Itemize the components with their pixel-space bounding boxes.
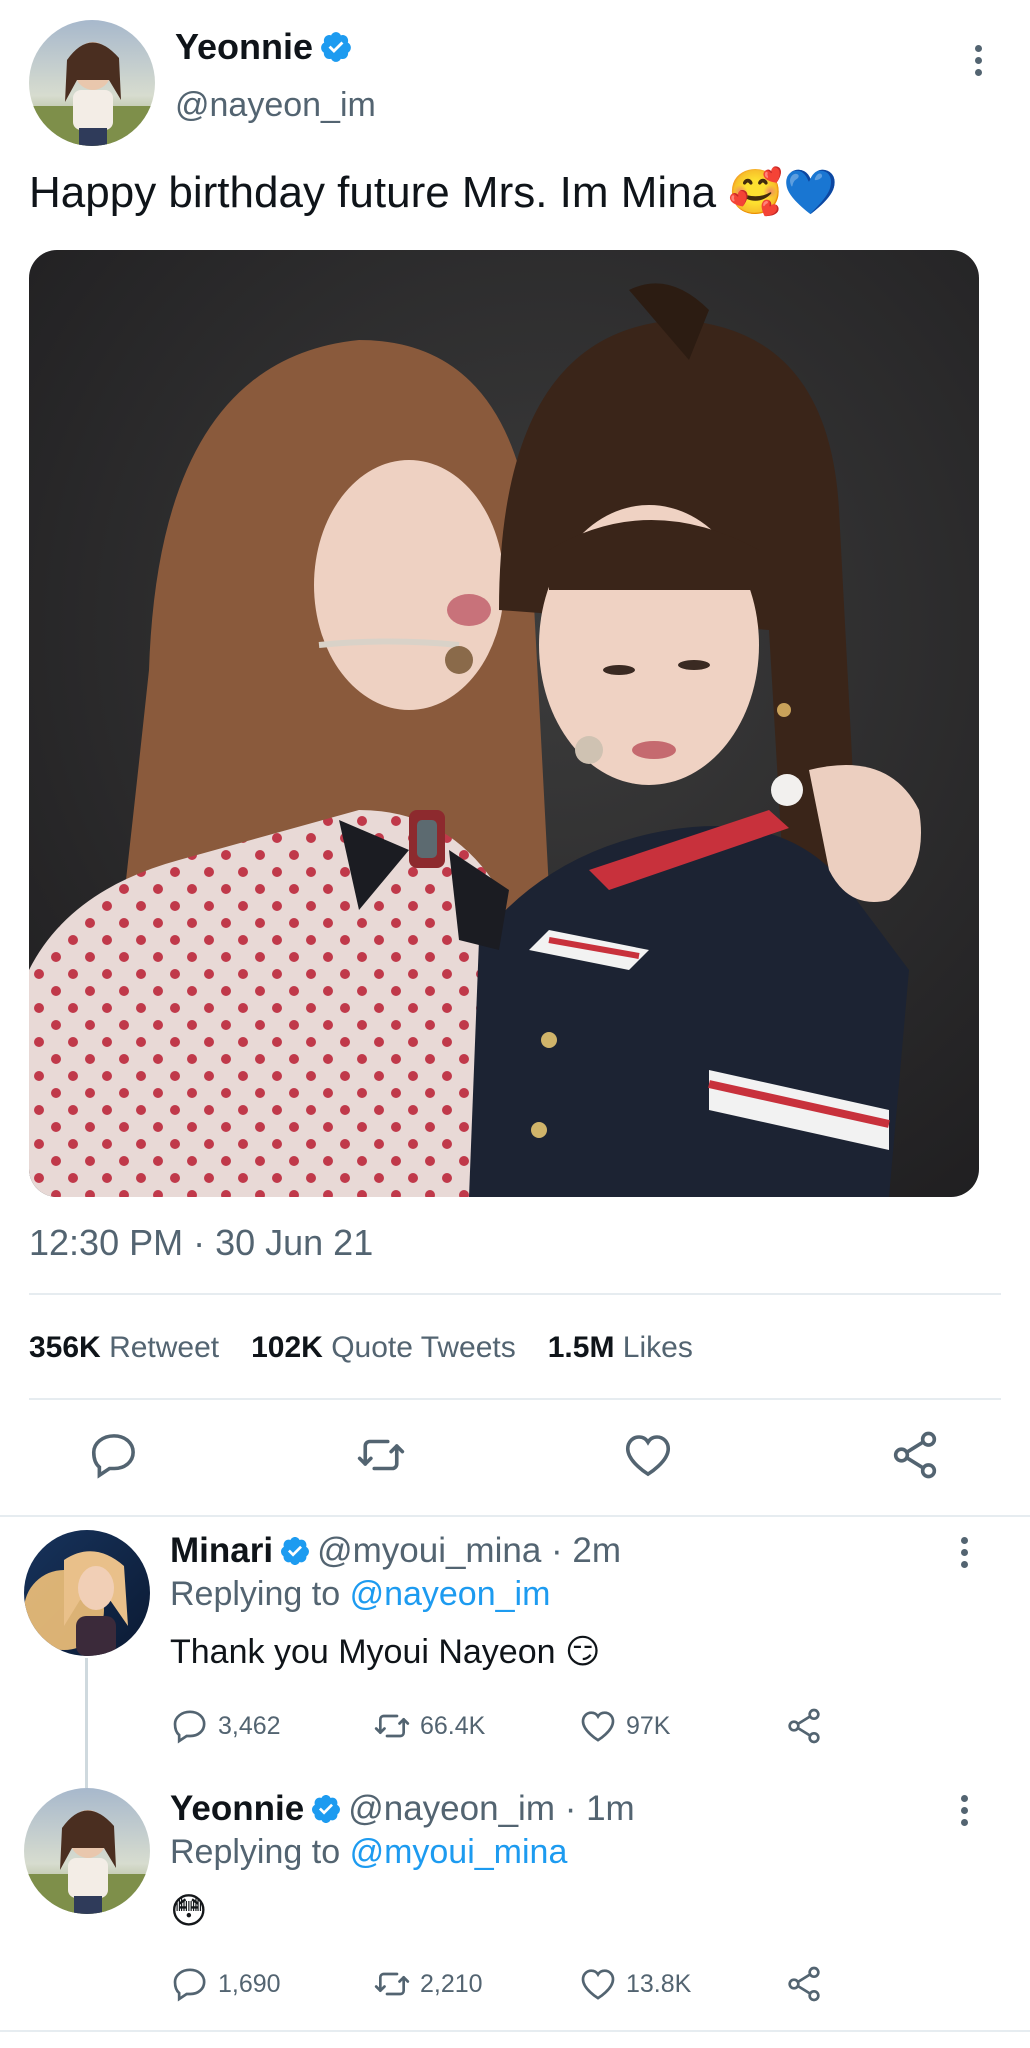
reply-1-replying-to: Replying to @nayeon_im [170, 1575, 551, 1613]
reply-2-display-name[interactable]: Yeonnie [170, 1789, 304, 1829]
photo-illustration [29, 250, 979, 1197]
reply-2-retweet-button[interactable]: 2,210 [372, 1964, 483, 2004]
reply-2-reply-button[interactable]: 1,690 [170, 1964, 281, 2004]
share-button[interactable] [888, 1428, 942, 1487]
reply-1-more-button[interactable] [946, 1534, 982, 1570]
verified-badge-icon [312, 1795, 341, 1823]
share-icon [788, 1708, 820, 1744]
reply-1-reply-button[interactable]: 3,462 [170, 1706, 281, 1746]
tweet-text-body: Happy birthday future Mrs. Im Mina [29, 168, 717, 217]
reply-1-display-name[interactable]: Minari [170, 1531, 273, 1571]
reply-2-share-button[interactable] [784, 1964, 824, 2004]
dot [960, 1818, 968, 1826]
retweet-icon [357, 1439, 405, 1471]
like-icon [581, 1969, 615, 2000]
reply-icon [91, 1434, 135, 1479]
like-icon [625, 1435, 671, 1477]
retweet-icon [374, 1714, 410, 1738]
dot [960, 1806, 968, 1814]
reply-1-share-button[interactable] [784, 1706, 824, 1746]
divider-top [29, 1293, 1001, 1295]
tweet-photo[interactable] [29, 250, 979, 1197]
tweet-text: Happy birthday future Mrs. Im Mina 🥰💙 [29, 166, 838, 218]
reply-1-retweet-button[interactable]: 66.4K [372, 1706, 485, 1746]
reply-1-header: Minari @myoui_mina · 2m [170, 1531, 621, 1571]
reply-2-avatar[interactable] [24, 1788, 150, 1914]
author-display-name[interactable]: Yeonnie [175, 26, 313, 68]
dot [974, 44, 982, 52]
thread-line [85, 1658, 88, 1788]
author-name-row: Yeonnie [175, 26, 353, 68]
like-icon [581, 1711, 615, 1742]
mention-link[interactable]: @myoui_mina [350, 1833, 568, 1871]
dot [974, 68, 982, 76]
dot [974, 56, 982, 64]
like-button[interactable] [621, 1428, 675, 1487]
more-options-button[interactable] [960, 42, 996, 78]
reply-button[interactable] [87, 1428, 141, 1487]
reply-2-more-button[interactable] [946, 1792, 982, 1828]
reply-1-like-button[interactable]: 97K [578, 1706, 670, 1746]
verified-badge-icon [281, 1537, 310, 1565]
share-icon [893, 1431, 937, 1479]
engagement-stats: 356K Retweet 102K Quote Tweets 1.5M Like… [29, 1331, 693, 1365]
dot [960, 1548, 968, 1556]
avatar-image [29, 20, 155, 146]
dot [960, 1536, 968, 1544]
mention-link[interactable]: @nayeon_im [350, 1575, 551, 1613]
reply-1-avatar[interactable] [24, 1530, 150, 1656]
reply-1-text: Thank you Myoui Nayeon 😏 [170, 1633, 601, 1671]
likes-stat[interactable]: 1.5M Likes [548, 1331, 693, 1365]
share-icon [788, 1966, 820, 2002]
tweet-emoji: 🥰💙 [728, 168, 838, 217]
reply-2-header: Yeonnie @nayeon_im · 1m [170, 1789, 635, 1829]
divider-middle [29, 1398, 1001, 1400]
avatar-image [24, 1530, 150, 1656]
verified-badge-icon [321, 32, 351, 62]
retweet-button[interactable] [354, 1428, 408, 1487]
divider-full [0, 1515, 1030, 1517]
tweet-timestamp[interactable]: 12:30 PM · 30 Jun 21 [29, 1222, 373, 1264]
quote-tweets-stat[interactable]: 102K Quote Tweets [251, 1331, 516, 1365]
reply-2-handle-time[interactable]: @nayeon_im · 1m [348, 1789, 634, 1829]
author-handle[interactable]: @nayeon_im [175, 86, 376, 125]
reply-icon [173, 1710, 206, 1744]
retweet-icon [374, 1972, 410, 1996]
dot [960, 1794, 968, 1802]
retweets-stat[interactable]: 356K Retweet [29, 1331, 219, 1365]
divider-bottom [0, 2030, 1030, 2032]
reply-2-text: 😳 [170, 1890, 208, 1931]
author-avatar[interactable] [29, 20, 155, 146]
avatar-image [24, 1788, 150, 1914]
dot [960, 1560, 968, 1568]
reply-2-replying-to: Replying to @myoui_mina [170, 1833, 568, 1871]
reply-icon [173, 1968, 206, 2002]
reply-1-handle-time[interactable]: @myoui_mina · 2m [317, 1531, 621, 1571]
reply-2-like-button[interactable]: 13.8K [578, 1964, 691, 2004]
